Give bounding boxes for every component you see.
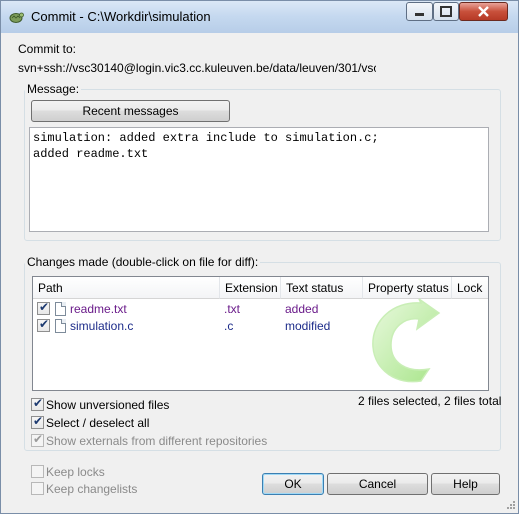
minimize-icon (415, 13, 424, 16)
row-path: readme.txt (70, 302, 127, 316)
show-unversioned-label[interactable]: Show unversioned files (46, 398, 169, 412)
help-label: Help (453, 477, 478, 491)
keep-locks-label[interactable]: Keep locks (46, 465, 105, 479)
column-extension[interactable]: Extension (220, 277, 281, 299)
message-textarea[interactable]: simulation: added extra include to simul… (29, 127, 489, 232)
selection-summary: 2 files selected, 2 files total (358, 394, 502, 408)
column-text-status[interactable]: Text status (281, 277, 363, 299)
recent-messages-button[interactable]: Recent messages (31, 100, 230, 122)
title-bar[interactable]: Commit - C:\Workdir\simulation (1, 1, 518, 33)
file-icon (55, 302, 66, 316)
row-checkbox[interactable] (37, 300, 50, 315)
keep-locks-checkbox[interactable] (31, 465, 44, 478)
row-path: simulation.c (70, 319, 134, 333)
window-title: Commit - C:\Workdir\simulation (31, 9, 211, 24)
changes-list[interactable]: Path Extension Text status Property stat… (32, 276, 489, 391)
show-unversioned-checkbox[interactable] (31, 396, 44, 411)
file-icon (55, 319, 66, 333)
commit-dialog: Commit - C:\Workdir\simulation Commit to… (0, 0, 519, 514)
message-group-title: Message: (25, 82, 82, 96)
row-text-status: modified (285, 319, 331, 333)
recent-messages-label: Recent messages (82, 104, 179, 118)
show-externals-checkbox[interactable] (31, 432, 44, 447)
select-all-checkbox[interactable] (31, 414, 44, 429)
row-extension: .c (224, 319, 234, 333)
keep-changelists-label[interactable]: Keep changelists (46, 482, 137, 496)
row-extension: .txt (224, 302, 241, 316)
maximize-button[interactable] (433, 2, 459, 21)
close-button[interactable] (459, 2, 508, 21)
cancel-button[interactable]: Cancel (327, 473, 428, 495)
cancel-label: Cancel (358, 477, 397, 491)
maximize-icon (440, 6, 452, 17)
changes-group-title: Changes made (double-click on file for d… (25, 255, 261, 269)
minimize-button[interactable] (406, 2, 433, 21)
help-button[interactable]: Help (431, 473, 500, 495)
resize-grip-icon[interactable] (505, 499, 516, 510)
ok-button[interactable]: OK (262, 473, 324, 495)
tortoise-icon (9, 12, 24, 23)
keep-changelists-checkbox[interactable] (31, 482, 44, 495)
column-property-status[interactable]: Property status (363, 277, 452, 299)
ok-label: OK (284, 477, 302, 491)
row-text-status: added (285, 302, 319, 316)
show-externals-label[interactable]: Show externals from different repositori… (46, 434, 267, 448)
commit-to-label: Commit to: (18, 42, 77, 56)
select-all-label[interactable]: Select / deselect all (46, 416, 149, 430)
close-icon (478, 6, 489, 17)
row-checkbox[interactable] (37, 317, 50, 332)
column-path[interactable]: Path (33, 277, 220, 299)
column-lock[interactable]: Lock (452, 277, 488, 299)
repository-url: svn+ssh://vsc30140@login.vic3.cc.kuleuve… (18, 61, 376, 75)
tortoisesvn-watermark-icon (372, 298, 441, 383)
